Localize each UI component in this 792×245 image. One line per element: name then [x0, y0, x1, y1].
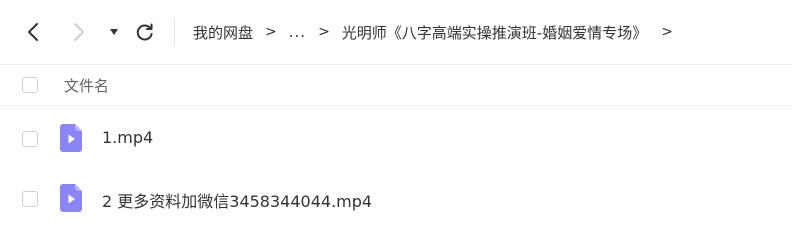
caret-down-icon	[110, 29, 118, 35]
breadcrumb-separator: >	[265, 24, 277, 40]
forward-button[interactable]	[66, 18, 92, 46]
chevron-left-icon	[28, 23, 38, 41]
video-file-icon	[60, 184, 82, 212]
refresh-button[interactable]	[132, 18, 158, 46]
history-dropdown-button[interactable]	[104, 18, 124, 46]
select-all-checkbox[interactable]	[22, 77, 38, 93]
toolbar: 我的网盘 > ... > 光明师《八字高端实操推演班-婚姻爱情专场》 >	[0, 0, 792, 64]
breadcrumb-ellipsis[interactable]: ...	[289, 23, 306, 41]
file-checkbox[interactable]	[22, 131, 38, 147]
file-name[interactable]: 2 更多资料加微信3458344044.mp4	[102, 188, 372, 212]
file-row[interactable]: 2 更多资料加微信3458344044.mp4	[0, 170, 792, 228]
back-button[interactable]	[20, 18, 46, 46]
toolbar-divider	[174, 20, 175, 44]
column-header-filename[interactable]: 文件名	[64, 75, 109, 96]
refresh-icon	[136, 23, 153, 41]
file-checkbox[interactable]	[22, 191, 38, 207]
breadcrumb-separator: >	[318, 24, 330, 40]
breadcrumb-trailing-separator[interactable]: >	[661, 24, 673, 40]
breadcrumb-current-folder[interactable]: 光明师《八字高端实操推演班-婚姻爱情专场》	[342, 22, 647, 43]
file-row[interactable]: 1.mp4	[0, 110, 792, 168]
file-name[interactable]: 1.mp4	[102, 128, 153, 147]
chevron-right-icon	[74, 23, 84, 41]
breadcrumb-root[interactable]: 我的网盘	[193, 22, 253, 43]
breadcrumb: 我的网盘 > ... > 光明师《八字高端实操推演班-婚姻爱情专场》 >	[193, 18, 685, 46]
video-file-icon	[60, 124, 82, 152]
file-list-header: 文件名	[0, 64, 792, 106]
